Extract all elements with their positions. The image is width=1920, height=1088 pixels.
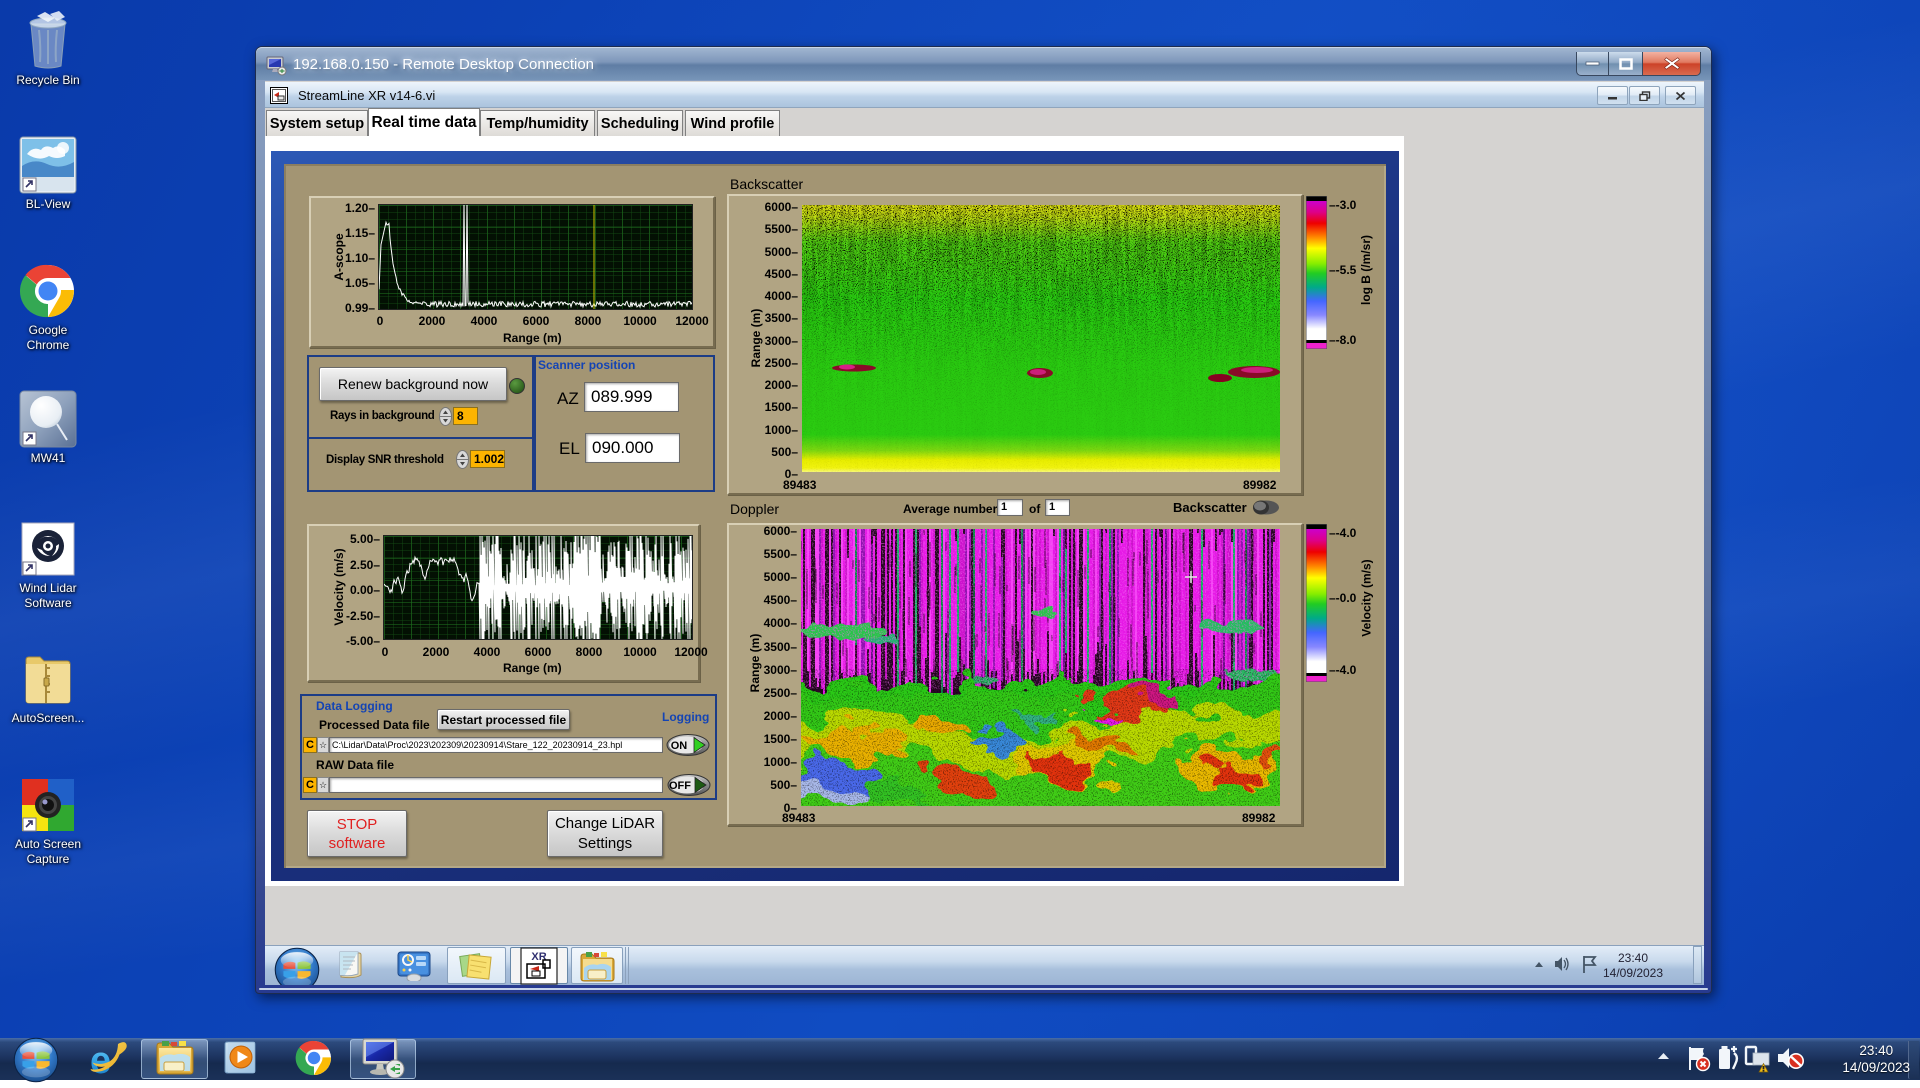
svg-text:e: e (90, 1040, 111, 1081)
svg-text:ON: ON (671, 740, 688, 752)
svg-text:OFF: OFF (669, 780, 691, 792)
svg-text:XR: XR (531, 951, 546, 963)
